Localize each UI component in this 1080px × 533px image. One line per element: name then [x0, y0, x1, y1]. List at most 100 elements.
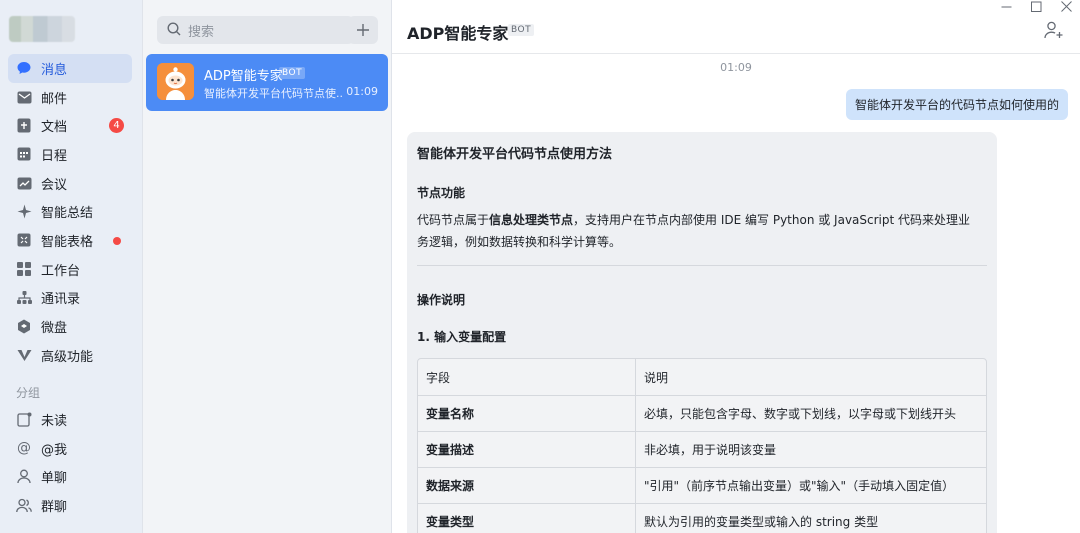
maximize-icon: [1031, 1, 1042, 12]
group-item-mentions[interactable]: @ @我: [8, 434, 132, 463]
chat-header: ADP智能专家 BOT: [392, 0, 1080, 54]
unread-count-badge: 4: [109, 118, 124, 134]
group-item-single-chat[interactable]: 单聊: [8, 462, 132, 491]
search-placeholder: 搜索: [188, 24, 215, 40]
message-time-separator: 01:09: [720, 61, 752, 74]
nav-item-messages[interactable]: 消息: [8, 54, 132, 83]
user-avatar[interactable]: [9, 16, 75, 42]
grid-icon: [16, 261, 32, 277]
table-cell-field: 变量描述: [418, 432, 636, 467]
meeting-icon: [16, 175, 32, 191]
group-item-label: 群聊: [41, 499, 68, 515]
person-icon: [16, 469, 32, 485]
nav-item-docs[interactable]: 文档 4: [8, 111, 132, 140]
search-input[interactable]: 搜索: [157, 16, 354, 44]
nav-item-label: 高级功能: [41, 349, 94, 365]
table-header-cell: 说明: [644, 370, 669, 385]
contacts-icon: [16, 290, 32, 306]
close-icon: [1061, 1, 1072, 12]
nav-item-label: 微盘: [41, 321, 68, 337]
table-cell-desc: "引用"（前序节点输出变量）或"输入"（手动填入固定值）: [644, 479, 955, 493]
reply-title: 智能体开发平台代码节点使用方法: [417, 147, 613, 162]
nav-item-mail[interactable]: 邮件: [8, 83, 132, 112]
group-item-label: 单聊: [41, 471, 68, 487]
nav-list: 消息 邮件 文档 4 日程 会议 智能总结 智能表格 工作台 通讯录 微盘 高级…: [8, 54, 132, 370]
group-list: 未读 @ @我 单聊 群聊: [8, 405, 132, 520]
nav-item-label: 通讯录: [41, 292, 81, 308]
new-chat-button[interactable]: [348, 16, 378, 44]
table-row: 数据来源 "引用"（前序节点输出变量）或"输入"（手动填入固定值）: [418, 467, 986, 503]
chat-panel: ADP智能专家 BOT 01:09 智能体开发平台的代码节点如何使用的 智能体开…: [392, 0, 1080, 533]
nav-item-label: 文档: [41, 120, 68, 136]
section-paragraph: 代码节点属于信息处理类节点，支持用户在节点内部使用 IDE 编写 Python …: [417, 213, 971, 249]
window-controls: [1001, 0, 1072, 18]
user-message-bubble[interactable]: 智能体开发平台的代码节点如何使用的: [845, 89, 1068, 120]
section-title: 节点功能: [417, 186, 466, 200]
table-row: 变量类型 默认为引用的变量类型或输入的 string 类型: [418, 503, 986, 533]
group-section-title: 分组: [16, 386, 41, 400]
nav-item-premium[interactable]: 高级功能: [8, 341, 132, 370]
table-header-cell: 字段: [418, 359, 636, 395]
nav-item-workbench[interactable]: 工作台: [8, 255, 132, 284]
nav-item-meeting[interactable]: 会议: [8, 169, 132, 198]
nav-item-label: 智能表格: [41, 234, 94, 250]
nav-item-smart-sheet[interactable]: 智能表格: [8, 226, 132, 255]
table-cell-desc: 非必填，用于说明该变量: [644, 443, 777, 457]
conversation-name: ADP智能专家: [204, 69, 283, 84]
nav-item-drive[interactable]: 微盘: [8, 312, 132, 341]
nav-item-label: 消息: [41, 62, 68, 78]
nav-item-label: 邮件: [41, 91, 68, 107]
table-header-row: 字段 说明: [418, 359, 986, 395]
chat-bubble-icon: [16, 60, 32, 76]
add-person-icon: [1044, 21, 1063, 39]
maximize-button[interactable]: [1031, 0, 1042, 18]
mail-icon: [16, 89, 32, 105]
conversation-list-panel: 搜索 ADP智能专家 BOT 智能体开发平台代码节点使... 01:09: [143, 0, 392, 533]
sparkle-icon: [16, 204, 32, 220]
nav-item-label: 工作台: [41, 263, 81, 279]
group-item-label: @我: [41, 442, 68, 458]
group-item-unread[interactable]: 未读: [8, 405, 132, 434]
table-row: 变量名称 必填，只能包含字母、数字或下划线，以字母或下划线开头: [418, 395, 986, 431]
premium-icon: [16, 347, 32, 363]
nav-item-label: 日程: [41, 148, 68, 164]
bot-tag: BOT: [508, 24, 535, 36]
table-row: 变量描述 非必填，用于说明该变量: [418, 431, 986, 467]
conversation-item[interactable]: ADP智能专家 BOT 智能体开发平台代码节点使... 01:09: [146, 54, 388, 111]
nav-item-label: 会议: [41, 177, 68, 193]
divider: [417, 265, 987, 266]
calendar-icon: [16, 146, 32, 162]
sheet-icon: [16, 232, 32, 248]
fields-table: 字段 说明 变量名称 必填，只能包含字母、数字或下划线，以字母或下划线开头 变量…: [417, 358, 987, 533]
minimize-icon: [1001, 6, 1012, 8]
drive-icon: [16, 319, 32, 335]
group-icon: [16, 497, 32, 513]
search-icon: [167, 21, 181, 40]
at-icon: @: [17, 440, 31, 457]
table-cell-desc: 必填，只能包含字母、数字或下划线，以字母或下划线开头: [644, 407, 957, 421]
nav-item-calendar[interactable]: 日程: [8, 140, 132, 169]
bot-reply-card[interactable]: 智能体开发平台代码节点使用方法 节点功能 代码节点属于信息处理类节点，支持用户在…: [407, 132, 997, 533]
conversation-time: 01:09: [346, 85, 378, 98]
conversation-preview: 智能体开发平台代码节点使...: [204, 87, 344, 100]
add-member-button[interactable]: [1044, 21, 1064, 43]
group-item-label: 未读: [41, 413, 68, 429]
subsection-title: 1. 输入变量配置: [417, 330, 507, 344]
table-cell-field: 变量名称: [418, 396, 636, 431]
bot-tag: BOT: [279, 67, 306, 79]
new-indicator-dot: [113, 237, 121, 246]
group-item-group-chat[interactable]: 群聊: [8, 491, 132, 520]
minimize-button[interactable]: [1001, 0, 1012, 18]
nav-item-contacts[interactable]: 通讯录: [8, 284, 132, 313]
unread-icon: [16, 411, 32, 427]
table-cell-desc: 默认为引用的变量类型或输入的 string 类型: [644, 515, 879, 529]
chat-title: ADP智能专家: [407, 24, 509, 43]
app-window: 消息 邮件 文档 4 日程 会议 智能总结 智能表格 工作台 通讯录 微盘 高级…: [0, 0, 1080, 533]
plus-icon: [356, 18, 370, 42]
close-button[interactable]: [1061, 0, 1072, 18]
nav-item-smart-summary[interactable]: 智能总结: [8, 197, 132, 226]
section-title: 操作说明: [417, 293, 466, 307]
doc-icon: [16, 118, 32, 134]
left-nav: 消息 邮件 文档 4 日程 会议 智能总结 智能表格 工作台 通讯录 微盘 高级…: [0, 0, 143, 533]
table-cell-field: 数据来源: [418, 468, 636, 503]
